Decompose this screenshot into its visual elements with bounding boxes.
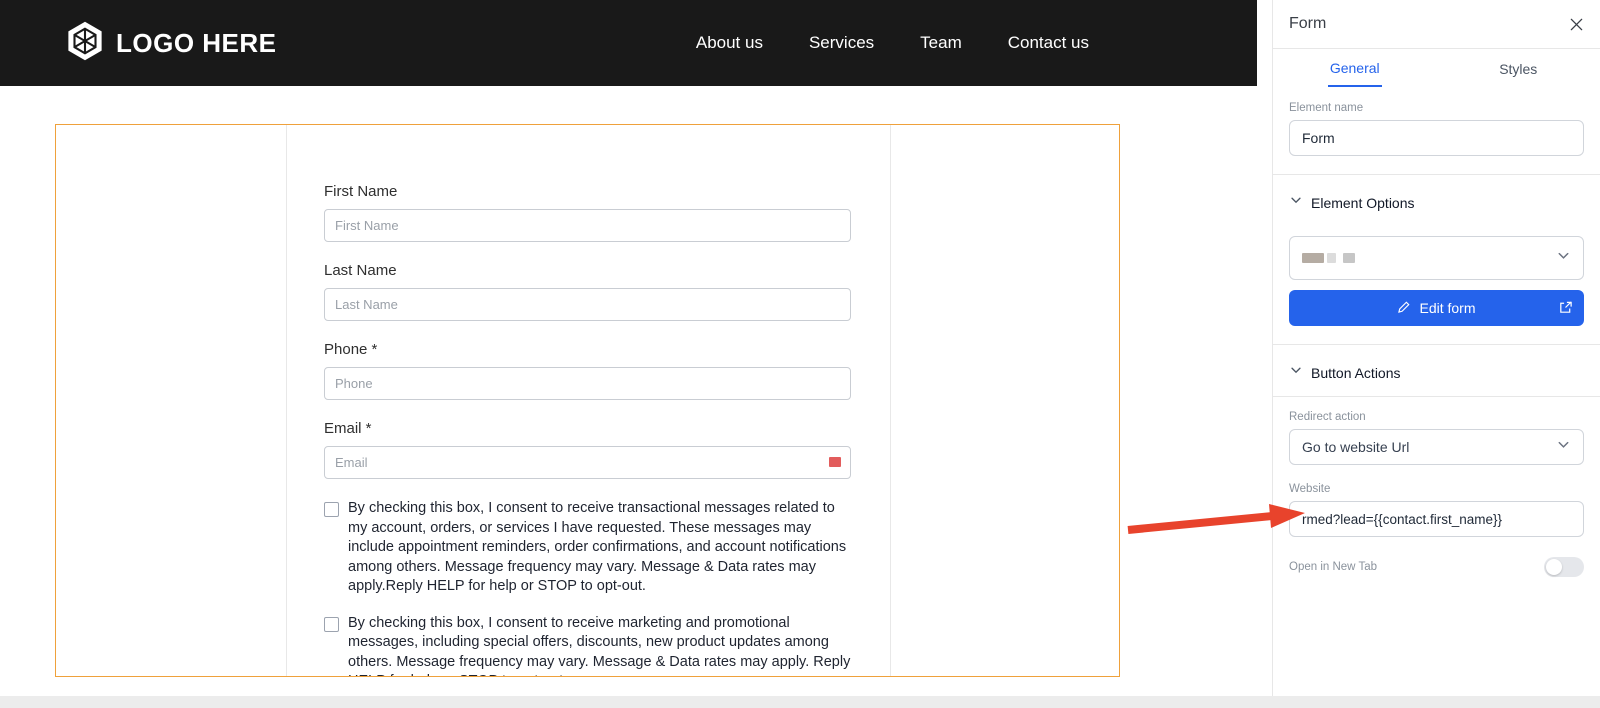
panel-body: Element name Element Options — [1273, 88, 1600, 577]
toggle-knob — [1546, 559, 1562, 575]
open-new-tab-label: Open in New Tab — [1289, 561, 1378, 573]
site-preview: LOGO HERE About us Services Team Contact… — [0, 0, 1257, 696]
nav-item-team[interactable]: Team — [920, 33, 962, 53]
nav-item-services[interactable]: Services — [809, 33, 874, 53]
divider — [1273, 396, 1600, 397]
chevron-down-icon — [1556, 437, 1571, 457]
bottom-strip — [0, 696, 1600, 708]
website-url-input[interactable] — [1289, 501, 1584, 537]
form-thumbnail-block — [1343, 253, 1355, 263]
field-label: Last Name — [324, 262, 397, 279]
external-link-icon — [1558, 300, 1573, 318]
page: LOGO HERE About us Services Team Contact… — [0, 0, 1600, 708]
nav-links: About us Services Team Contact us — [696, 33, 1089, 53]
field-group-phone: Phone * — [324, 341, 851, 400]
column-guide — [890, 125, 891, 676]
field-label: Email * — [324, 420, 372, 437]
logo-text: LOGO HERE — [116, 27, 277, 58]
field-label: First Name — [324, 183, 398, 200]
pencil-icon — [1397, 300, 1411, 317]
panel-title: Form — [1289, 15, 1327, 32]
phone-input[interactable] — [324, 367, 851, 400]
panel-header: Form — [1273, 0, 1600, 49]
open-new-tab-row: Open in New Tab — [1289, 557, 1584, 577]
form-element-outline[interactable]: First Name Last Name Phone * — [55, 124, 1120, 677]
transactional-consent-text: By checking this box, I consent to recei… — [348, 500, 847, 594]
site-navbar: LOGO HERE About us Services Team Contact… — [0, 0, 1257, 86]
last-name-input[interactable] — [324, 288, 851, 321]
chevron-down-icon — [1289, 193, 1303, 212]
field-group-first-name: First Name — [324, 183, 851, 242]
section-element-options[interactable]: Element Options — [1289, 193, 1584, 212]
element-name-label: Element name — [1289, 102, 1364, 114]
website-label: Website — [1289, 483, 1331, 495]
field-label: Phone * — [324, 341, 378, 358]
chevron-down-icon — [1556, 248, 1571, 268]
field-group-last-name: Last Name — [324, 262, 851, 321]
marketing-consent-text: By checking this box, I consent to recei… — [348, 614, 851, 677]
email-input[interactable] — [324, 446, 851, 479]
tab-general[interactable]: General — [1273, 49, 1437, 88]
hexagon-logo-icon — [64, 20, 106, 67]
field-group-email: Email * — [324, 420, 851, 479]
redirect-action-label: Redirect action — [1289, 411, 1366, 423]
settings-panel: Form General Styles Element name Form El… — [1272, 0, 1600, 696]
form-template-select[interactable] — [1289, 236, 1584, 280]
consent-row-marketing: By checking this box, I consent to recei… — [324, 614, 851, 677]
first-name-input[interactable] — [324, 209, 851, 242]
element-name-input[interactable] — [1289, 120, 1584, 156]
chevron-down-icon — [1289, 363, 1303, 382]
column-guide — [286, 125, 287, 676]
email-validation-icon — [829, 457, 841, 467]
lead-form: First Name Last Name Phone * — [324, 183, 851, 677]
panel-tabs: General Styles — [1273, 49, 1600, 88]
consent-row-transactional: By checking this box, I consent to recei… — [324, 499, 851, 597]
form-thumbnail-block — [1327, 253, 1336, 263]
redirect-action-select[interactable]: Go to website Url — [1289, 429, 1584, 465]
section-button-actions[interactable]: Button Actions — [1289, 363, 1584, 382]
nav-item-about-us[interactable]: About us — [696, 33, 763, 53]
divider — [1273, 174, 1600, 175]
form-thumbnail-block — [1302, 253, 1324, 263]
close-icon[interactable] — [1569, 17, 1584, 32]
transactional-consent-checkbox[interactable] — [324, 502, 339, 517]
site-logo[interactable]: LOGO HERE — [64, 20, 277, 67]
marketing-consent-checkbox[interactable] — [324, 616, 339, 632]
open-new-tab-toggle[interactable] — [1544, 557, 1584, 577]
nav-item-contact-us[interactable]: Contact us — [1008, 33, 1089, 53]
tab-styles[interactable]: Styles — [1437, 49, 1600, 88]
edit-form-button[interactable]: Edit form — [1289, 290, 1584, 326]
divider — [1273, 344, 1600, 345]
